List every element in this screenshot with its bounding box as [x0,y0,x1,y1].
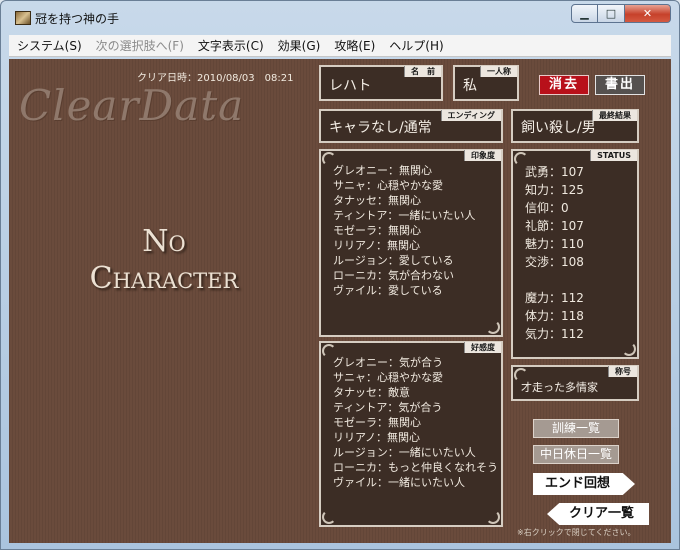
corner-ornament [486,510,500,524]
status-row: 信仰：0 [525,201,569,215]
favor-list: グレオニー：気が合う サニャ：心穏やかな愛 タナッセ：敵意ティントア：気が合う モゼー… [333,355,498,490]
pronoun-value: 私 [463,78,477,94]
favor-panel: 好感度 グレオニー：気が合う サニャ：心穏やかな愛 タナッセ：敵意ティントア：気が合… [319,341,503,527]
final-result-value: 飼い殺し/男 [521,120,596,136]
favor-row: ルージョン：一緒にいたい人 [333,446,476,459]
menu-effects[interactable]: 効果(G) [278,37,321,54]
status-row: 知力：125 [525,183,584,197]
no-character-portrait: No Character [69,224,259,296]
impression-panel-title: 印象度 [464,150,501,161]
menu-help[interactable]: ヘルプ(H) [389,37,443,54]
status-panel-title: STATUS [590,150,637,161]
clear-list-button[interactable]: クリア一覧 [547,503,649,525]
pronoun-panel-title: 一人称 [480,66,517,77]
clear-data-screen: クリア日時：2010/08/03 08:21 ClearData No Char… [9,59,671,543]
pronoun-panel: 一人称 私 [453,65,519,101]
status-row: 礼節：107 [525,219,584,233]
favor-row: グレオニー：気が合う [333,356,443,369]
menu-text-display[interactable]: 文字表示(C) [198,37,264,54]
corner-ornament [622,342,636,356]
write-out-button[interactable]: 書出 [595,75,645,95]
favor-row: モゼーラ：無関心 [333,416,421,429]
impression-row: グレオニー：無関心 [333,164,432,177]
name-panel-title: 名 前 [404,66,441,77]
favor-row: ヴァイル：一緒にいたい人 [333,476,465,489]
favor-row: ティントア：気が合う [333,401,443,414]
ending-panel-title: エンディング [440,110,501,121]
maximize-button[interactable]: □ [598,4,625,23]
holiday-list-button[interactable]: 中日休日一覧 [533,445,619,464]
status-row: 魅力：110 [525,237,584,251]
name-panel: 名 前 レハト [319,65,443,101]
favor-panel-title: 好感度 [464,342,501,353]
end-recall-button[interactable]: エンド回想 [533,473,635,495]
clear-data-logo: ClearData [19,81,245,130]
name-value: レハト [329,78,372,94]
impression-row: ルージョン：愛している [333,254,454,267]
impression-row: ローニカ：気が合わない [333,269,454,282]
status-row: 交渉：108 [525,255,584,269]
impression-panel: 印象度 グレオニー：無関心 サニャ：心穏やかな愛 タナッセ：無関心ティントア：一緒に… [319,149,503,337]
window-title: 冠を持つ神の手 [35,12,120,26]
status-list: 武勇：107 知力：125 信仰：0 礼節：107 魅力：110 交渉：108 魔力：112… [525,163,584,343]
favor-row: ローニカ：もっと仲良くなれそう [333,461,498,474]
final-result-title: 最終結果 [592,110,637,121]
impression-row: ヴァイル：愛している [333,284,443,297]
status-row: 気力：112 [525,327,584,341]
status-row: 体力：118 [525,309,584,323]
close-button[interactable]: ✕ [625,4,671,23]
final-result-panel: 最終結果 飼い殺し/男 [511,109,639,143]
maximize-icon: □ [605,7,617,20]
impression-row: ティントア：一緒にいたい人 [333,209,476,222]
favor-row: リリアノ：無関心 [333,431,421,444]
menu-walkthrough[interactable]: 攻略(E) [334,37,375,54]
status-row: 武勇：107 [525,165,584,179]
favor-row: サニャ：心穏やかな愛 [333,371,443,384]
no-character-line2: Character [89,261,239,296]
impression-row: タナッセ：無関心 [333,194,421,207]
close-icon: ✕ [642,7,653,20]
erase-button[interactable]: 消去 [539,75,589,95]
impression-row: モゼーラ：無関心 [333,224,421,237]
app-icon [15,11,31,25]
training-list-button[interactable]: 訓練一覧 [533,419,619,438]
title-badge-title: 称号 [608,366,637,377]
impression-row: サニャ：心穏やかな愛 [333,179,443,192]
status-panel: STATUS 武勇：107 知力：125 信仰：0 礼節：107 魅力：110 交渉：10… [511,149,639,359]
status-row [525,271,584,289]
no-character-line1: No [142,224,186,259]
favor-row: タナッセ：敵意 [333,386,410,399]
minimize-button[interactable]: ▁ [571,4,598,23]
title-badge-value: 才走った多情家 [521,381,598,394]
menu-bar: システム(S) 次の選択肢へ(F) 文字表示(C) 効果(G) 攻略(E) ヘル… [9,35,671,57]
minimize-icon: ▁ [580,7,589,20]
status-row: 魔力：112 [525,291,584,305]
ending-panel: エンディング キャラなし/通常 [319,109,503,143]
corner-ornament [322,510,336,524]
right-click-hint: ※右クリックで閉じてください。 [517,528,636,537]
impression-row: リリアノ：無関心 [333,239,421,252]
impression-list: グレオニー：無関心 サニャ：心穏やかな愛 タナッセ：無関心ティントア：一緒にいたい人… [333,163,475,298]
corner-ornament [486,320,500,334]
title-badge-panel: 称号 才走った多情家 [511,365,639,401]
menu-system[interactable]: システム(S) [17,37,82,54]
menu-next-choice[interactable]: 次の選択肢へ(F) [96,37,184,54]
ending-value: キャラなし/通常 [329,120,432,136]
app-window: 冠を持つ神の手 ▁ □ ✕ システム(S) 次の選択肢へ(F) 文字表示(C) … [0,0,680,550]
title-bar[interactable]: 冠を持つ神の手 ▁ □ ✕ [1,1,679,31]
